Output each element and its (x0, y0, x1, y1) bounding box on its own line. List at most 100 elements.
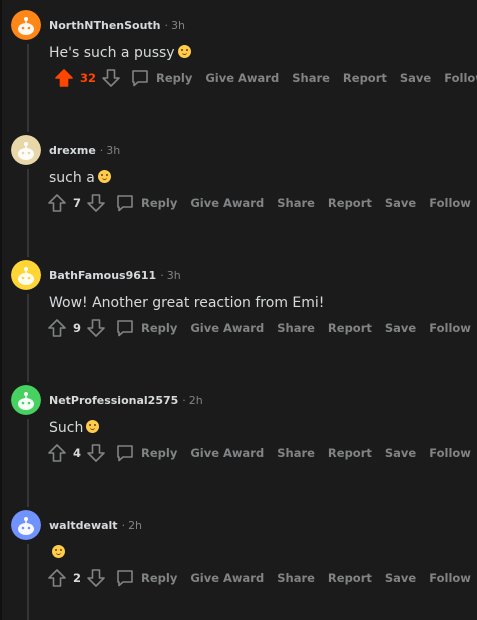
author-name[interactable]: waltdewalt (49, 519, 118, 532)
smirking-face-icon (52, 545, 65, 558)
reply-button[interactable]: Reply (130, 68, 192, 88)
comment: drexme · 3h such a 7 Reply Give Award Share Repo… (11, 135, 477, 225)
share-button[interactable]: Share (277, 321, 315, 335)
follow-button[interactable]: Follow (429, 446, 471, 460)
author-name[interactable]: BathFamous9611 (49, 269, 156, 282)
comment: NetProfessional2575 · 2h Such 4 Reply Give Awa… (11, 385, 477, 475)
reply-icon (115, 443, 135, 463)
meta-separator: · (160, 269, 164, 282)
report-button[interactable]: Report (343, 71, 387, 85)
upvote-icon[interactable] (47, 443, 67, 463)
reply-label: Reply (141, 446, 178, 460)
upvote-icon[interactable] (47, 193, 67, 213)
reply-icon (130, 68, 150, 88)
comment-time[interactable]: 3h (106, 144, 120, 157)
comment: BathFamous9611 · 3h Wow! Another great reac… (11, 260, 477, 350)
save-button[interactable]: Save (385, 196, 416, 210)
comment-body: He's such a pussy (49, 44, 191, 62)
give-award-button[interactable]: Give Award (190, 321, 264, 335)
frame-edge (0, 0, 2, 620)
avatar[interactable] (11, 135, 41, 165)
author-name[interactable]: NorthNThenSouth (49, 19, 161, 32)
avatar[interactable] (11, 510, 41, 540)
report-button[interactable]: Report (328, 446, 372, 460)
meta-separator: · (121, 519, 126, 532)
comment-text: Wow! Another great reaction from Emi! (49, 295, 325, 311)
reply-label: Reply (141, 196, 178, 210)
save-button[interactable]: Save (385, 321, 416, 335)
upvote-icon[interactable] (47, 568, 67, 588)
vote-count: 2 (73, 571, 82, 585)
comment-actions: 9 Reply Give Award Share Report Save Follow (47, 317, 471, 339)
comment-time[interactable]: 3h (167, 269, 181, 282)
follow-button[interactable]: Follow (444, 71, 477, 85)
upvote-icon[interactable] (47, 318, 67, 338)
follow-button[interactable]: Follow (429, 196, 471, 210)
report-button[interactable]: Report (328, 571, 372, 585)
smirking-face-icon (177, 45, 191, 58)
avatar[interactable] (11, 260, 41, 290)
reply-icon (115, 318, 135, 338)
follow-button[interactable]: Follow (429, 321, 471, 335)
comment: waltdewalt · 2h 2 Reply Give Award Share Report… (11, 510, 477, 600)
smirking-face-icon (86, 420, 100, 433)
downvote-icon[interactable] (86, 318, 106, 338)
give-award-button[interactable]: Give Award (190, 196, 264, 210)
give-award-button[interactable]: Give Award (205, 71, 279, 85)
follow-button[interactable]: Follow (429, 571, 471, 585)
downvote-icon[interactable] (86, 568, 106, 588)
comment-time[interactable]: 3h (171, 19, 185, 32)
vote-count: 4 (73, 446, 82, 460)
vote-count: 7 (73, 196, 82, 210)
meta-separator: · (182, 394, 186, 407)
give-award-button[interactable]: Give Award (190, 446, 264, 460)
meta-separator: · (99, 144, 104, 157)
comment: NorthNThenSouth · 3h He's such a pussy 32 Rep… (11, 10, 477, 100)
comment-actions: 4 Reply Give Award Share Report Save Follow (47, 442, 471, 464)
report-button[interactable]: Report (328, 196, 372, 210)
downvote-icon[interactable] (86, 443, 106, 463)
comment-time[interactable]: 2h (189, 394, 203, 407)
comment-text: such a (49, 170, 95, 186)
comment-actions: 2 Reply Give Award Share Report Save Follow (47, 567, 471, 589)
downvote-icon[interactable] (86, 193, 106, 213)
share-button[interactable]: Share (292, 71, 330, 85)
comment-text: Such (49, 420, 84, 436)
smirking-face-icon (97, 170, 111, 183)
meta-separator: · (164, 19, 169, 32)
report-button[interactable]: Report (328, 321, 372, 335)
comment-meta: drexme · 3h (49, 144, 120, 158)
vote-count: 9 (73, 321, 82, 335)
reply-label: Reply (141, 321, 178, 335)
reply-button[interactable]: Reply (115, 443, 177, 463)
author-name[interactable]: NetProfessional2575 (49, 394, 178, 407)
vote-count: 32 (80, 71, 97, 85)
avatar[interactable] (11, 385, 41, 415)
reply-label: Reply (141, 571, 178, 585)
comment-body: such a (49, 169, 111, 187)
reply-button[interactable]: Reply (115, 568, 177, 588)
upvote-icon[interactable] (54, 68, 74, 88)
comment-actions: 32 Reply Give Award Share Report Save Follow (54, 67, 477, 89)
reply-icon (115, 568, 135, 588)
comment-body: Such (49, 419, 100, 437)
comment-meta: BathFamous9611 · 3h (49, 269, 181, 283)
save-button[interactable]: Save (385, 571, 416, 585)
downvote-icon[interactable] (101, 68, 121, 88)
avatar[interactable] (11, 10, 41, 40)
share-button[interactable]: Share (277, 196, 315, 210)
comment-text: He's such a pussy (49, 45, 175, 61)
reply-button[interactable]: Reply (115, 318, 177, 338)
comment-time[interactable]: 2h (128, 519, 142, 532)
share-button[interactable]: Share (277, 446, 315, 460)
comment-body (49, 544, 65, 562)
save-button[interactable]: Save (400, 71, 431, 85)
give-award-button[interactable]: Give Award (190, 571, 264, 585)
share-button[interactable]: Share (277, 571, 315, 585)
comment-actions: 7 Reply Give Award Share Report Save Follow (47, 192, 471, 214)
reply-button[interactable]: Reply (115, 193, 177, 213)
author-name[interactable]: drexme (49, 144, 96, 157)
save-button[interactable]: Save (385, 446, 416, 460)
reply-icon (115, 193, 135, 213)
comment-meta: NetProfessional2575 · 2h (49, 394, 203, 408)
